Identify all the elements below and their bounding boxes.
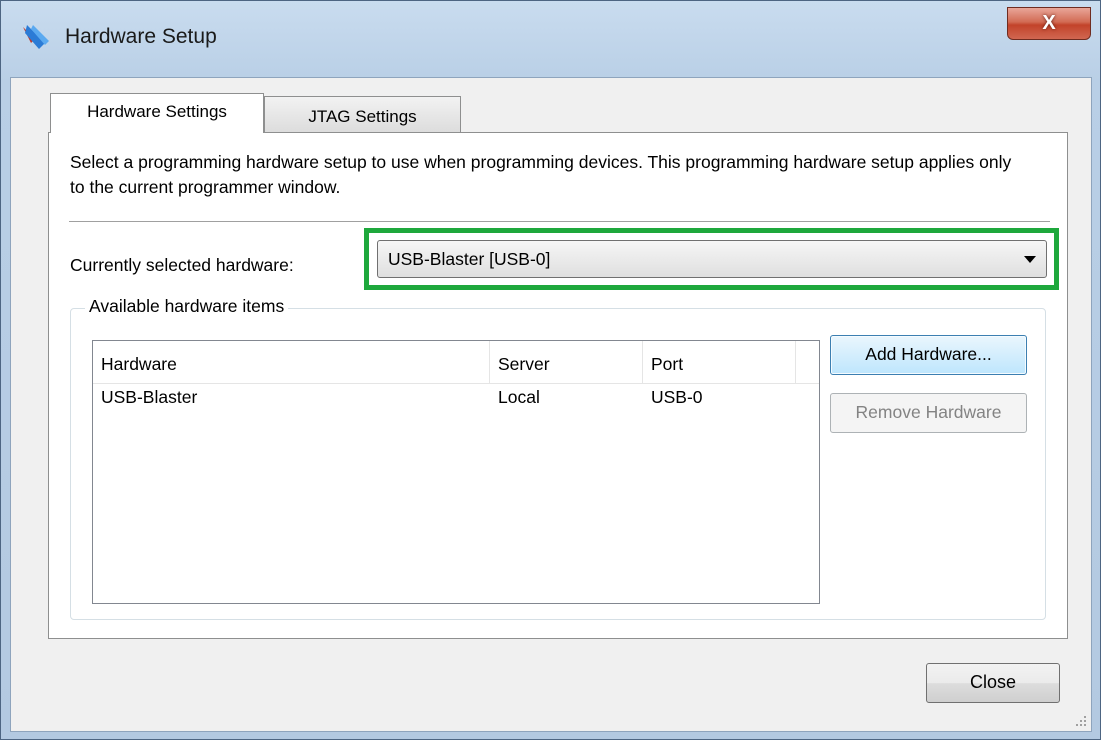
hardware-settings-panel: Select a programming hardware setup to u…	[48, 132, 1068, 639]
selected-hardware-label: Currently selected hardware:	[70, 255, 294, 275]
list-item[interactable]: USB-Blaster Local USB-0	[93, 383, 819, 413]
dialog-client-area: Hardware Settings JTAG Settings Select a…	[10, 77, 1092, 732]
panel-description: Select a programming hardware setup to u…	[70, 152, 1012, 197]
column-header-filler	[796, 341, 819, 383]
remove-hardware-button[interactable]: Remove Hardware	[830, 393, 1027, 433]
cell-server: Local	[498, 387, 540, 407]
dropdown-value: USB-Blaster [USB-0]	[388, 249, 551, 269]
add-hardware-button[interactable]: Add Hardware...	[830, 335, 1027, 375]
close-button[interactable]: Close	[926, 663, 1060, 703]
title-bar[interactable]: Hardware Setup X	[1, 1, 1100, 77]
cell-hardware: USB-Blaster	[101, 387, 198, 407]
selected-hardware-dropdown[interactable]: USB-Blaster [USB-0]	[377, 240, 1047, 278]
column-header-server[interactable]: Server	[490, 341, 643, 383]
window-close-button[interactable]: X	[1007, 7, 1091, 40]
tab-label: Hardware Settings	[87, 102, 227, 121]
tab-jtag-settings[interactable]: JTAG Settings	[264, 96, 461, 133]
tab-hardware-settings[interactable]: Hardware Settings	[50, 93, 264, 133]
close-icon: X	[1042, 12, 1056, 34]
hardware-list[interactable]: Hardware Server Port USB-Blaster Local U…	[92, 340, 820, 604]
column-header-port[interactable]: Port	[643, 341, 796, 383]
resize-grip-icon[interactable]	[1075, 715, 1087, 727]
chevron-down-icon	[1024, 256, 1036, 263]
list-header: Hardware Server Port	[93, 341, 819, 384]
group-label: Available hardware items	[85, 296, 289, 317]
tab-label: JTAG Settings	[308, 107, 417, 126]
window-title: Hardware Setup	[65, 25, 217, 48]
cell-port: USB-0	[651, 387, 703, 407]
separator-line	[69, 221, 1050, 222]
hardware-setup-window: Hardware Setup X Hardware Settings JTAG …	[0, 0, 1101, 740]
app-logo-icon	[23, 25, 49, 49]
column-header-hardware[interactable]: Hardware	[93, 341, 490, 383]
